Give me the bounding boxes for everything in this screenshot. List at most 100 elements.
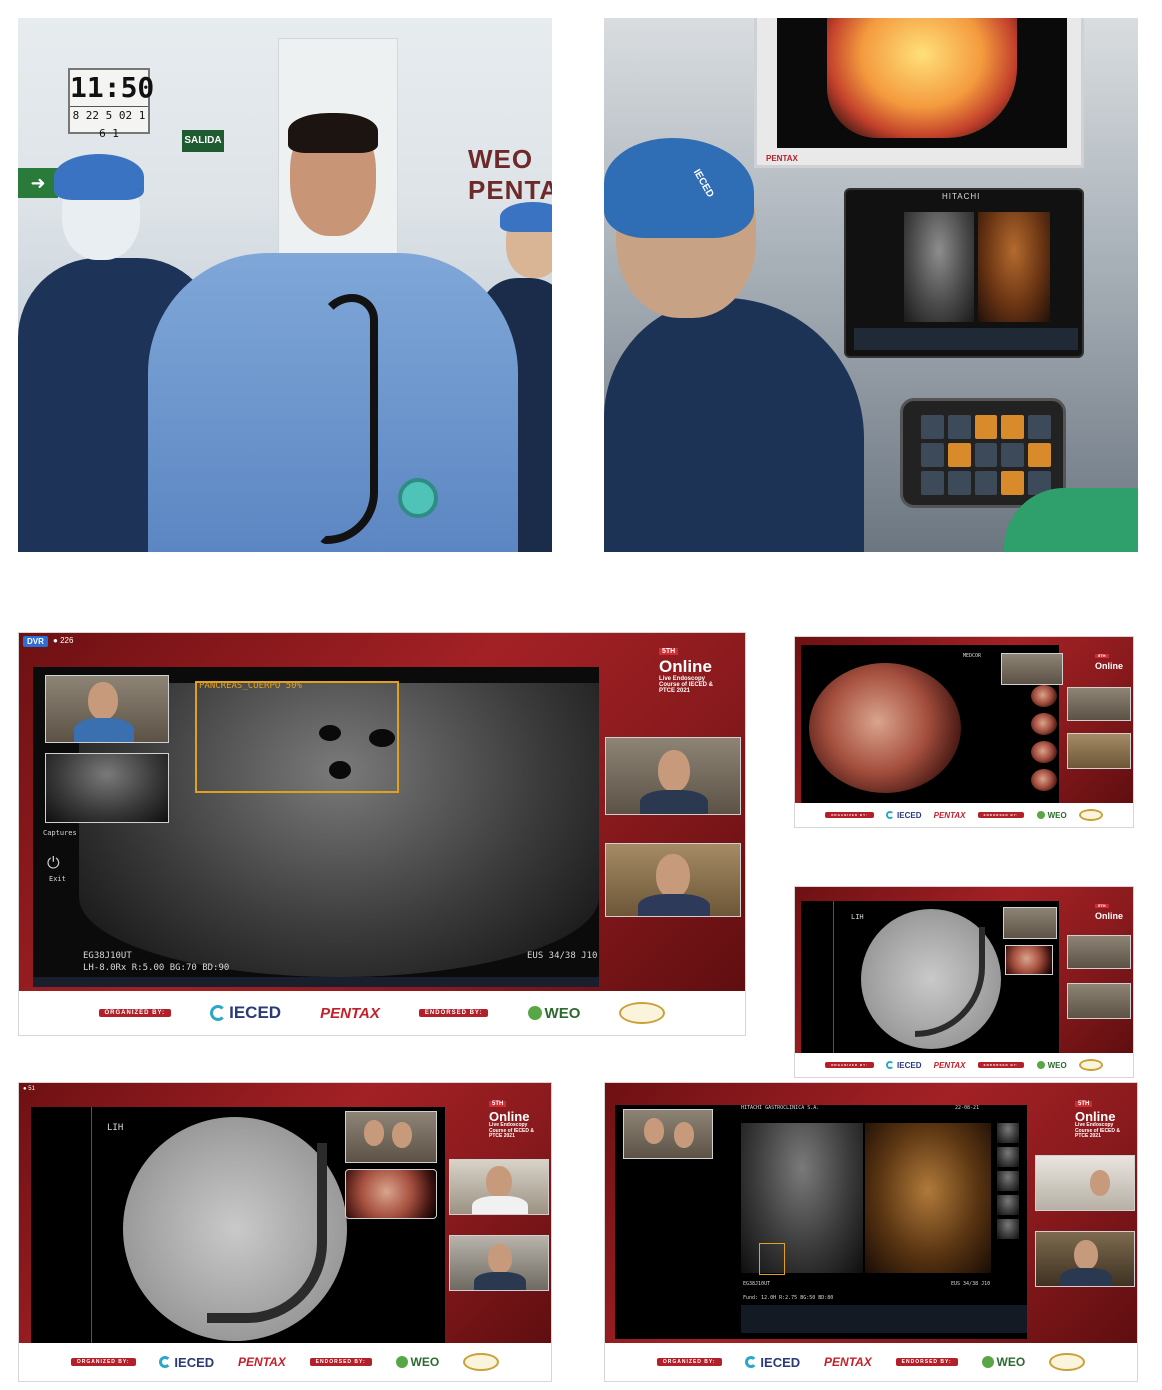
participant-video-1[interactable]	[1067, 935, 1131, 969]
edition-badge: 5TH	[1095, 653, 1109, 659]
organized-by-tag: ORGANIZED BY:	[656, 1358, 722, 1366]
pentax-logo: PENTAX	[933, 1060, 966, 1070]
cyst	[369, 729, 395, 747]
captures-label[interactable]: Captures	[43, 829, 77, 837]
taskbar	[33, 977, 599, 987]
endoscopy-image	[827, 18, 1017, 138]
course-brand: 5TH Online Live Endoscopy Course of IECE…	[489, 1093, 534, 1139]
surgical-cap	[500, 202, 552, 232]
lih-label: LIH	[107, 1123, 124, 1133]
organized-by-tag: ORGANIZED BY:	[825, 812, 874, 818]
endoscopy-thumb[interactable]	[1005, 945, 1053, 975]
endorsement-seal	[1049, 1353, 1086, 1371]
ultrasound-photo: PENTAX HITACHI IECED	[604, 18, 1138, 552]
course-title: Online	[1075, 1108, 1116, 1124]
edition-badge: 5TH	[659, 648, 679, 656]
weo-logo: WEO	[1036, 1061, 1067, 1070]
operating-room-photo: 11:50 8 22 5 02 1 6 1 SALIDA ➜ WEO PENTA	[18, 18, 552, 552]
endorsement-seal	[1078, 809, 1103, 821]
surgeon-video-thumb[interactable]	[345, 1111, 437, 1163]
exit-label[interactable]: Exit	[49, 875, 66, 883]
ieced-logo: IECED	[210, 1003, 281, 1023]
viewer-count-value: 51	[28, 1086, 35, 1092]
ultrasound-toolbar[interactable]	[741, 1305, 1027, 1333]
cyst	[319, 725, 341, 741]
viewer-count-value: 226	[60, 636, 74, 645]
ultrasound-image-color	[978, 212, 1050, 322]
surgeon-video-thumb[interactable]	[1001, 653, 1063, 685]
weo-logo: WEO	[527, 1005, 580, 1022]
endoscopy-thumb[interactable]	[1031, 713, 1057, 735]
freq-info: Fund: 12.0H R:2.75 BG:50 BD:80	[743, 1295, 834, 1301]
ultrasound-thumb[interactable]	[45, 753, 169, 823]
lih-label: LIH	[851, 913, 864, 921]
control-buttons	[921, 415, 1051, 495]
screenshot-eus-split: HITACHI GASTROCLINICA S.A. 22-08-21 EG38…	[604, 1082, 1138, 1382]
power-icon[interactable]: ⏻	[47, 855, 60, 873]
organized-by-tag: ORGANIZED BY:	[98, 1009, 172, 1017]
surgeon-video-thumb[interactable]	[623, 1109, 713, 1159]
endoscopy-thumb[interactable]	[345, 1169, 437, 1219]
eus-info: EUS 34/38 J10	[951, 1281, 991, 1287]
endoscopy-image	[809, 663, 961, 793]
screenshot-endoscopy: MEDCOR 5TH Online ORGANIZED BY: IECED PE…	[794, 636, 1134, 828]
surgical-cap	[604, 138, 754, 238]
eus-header: HITACHI GASTROCLINICA S.A.	[741, 1105, 820, 1111]
sponsor-footer: ORGANIZED BY: IECED PENTAX ENDORSED BY: …	[605, 1343, 1137, 1381]
participant-video-2[interactable]	[1035, 1231, 1135, 1287]
endoscopy-thumb[interactable]	[1031, 769, 1057, 791]
wall-clock: 11:50 8 22 5 02 1 6 1	[68, 68, 155, 140]
endoscope	[318, 294, 378, 544]
ultrasound-display: HITACHI	[844, 188, 1084, 358]
viewer-count: ● 51	[23, 1086, 35, 1092]
endorsed-by-tag: ENDORSED BY:	[895, 1358, 958, 1366]
surgeon-video-thumb[interactable]	[45, 675, 169, 743]
endoscopy-thumb[interactable]	[1031, 741, 1057, 763]
surgeon-video-thumb[interactable]	[1003, 907, 1057, 939]
endorsement-seal	[1078, 1059, 1103, 1071]
participant-video-2[interactable]	[605, 843, 741, 917]
surgical-cap	[54, 154, 144, 200]
participant-video-1[interactable]	[1067, 687, 1131, 721]
probe-info: EG38J10UT	[743, 1281, 771, 1287]
sponsor-footer: ORGANIZED BY: IECED PENTAX ENDORSED BY: …	[795, 1053, 1133, 1077]
ultrasound-toolbar	[854, 328, 1078, 350]
exit-sign: SALIDA	[182, 130, 224, 152]
ieced-logo: IECED	[745, 1355, 800, 1370]
course-title: Online	[1095, 910, 1124, 921]
endorsed-by-tag: ENDORSED BY:	[418, 1009, 489, 1017]
course-title: Online	[659, 656, 712, 676]
ieced-logo: IECED	[886, 811, 921, 820]
weo-logo: WEO	[1036, 811, 1067, 820]
participant-video-2[interactable]	[1067, 983, 1131, 1019]
participant-video-1[interactable]	[605, 737, 741, 815]
eus-date: 22-08-21	[955, 1105, 980, 1111]
sponsor-footer: ORGANIZED BY: IECED PENTAX ENDORSED BY: …	[19, 1343, 551, 1381]
endorsed-by-tag: ENDORSED BY:	[977, 812, 1025, 818]
participant-video-1[interactable]	[1035, 1155, 1135, 1211]
endorsed-by-tag: ENDORSED BY:	[309, 1358, 372, 1366]
clock-time: 11:50	[70, 71, 155, 104]
pentax-logo: PENTAX	[238, 1355, 286, 1369]
edition-badge: 5TH	[1095, 903, 1109, 909]
participant-video-1[interactable]	[449, 1159, 549, 1215]
participant-video-2[interactable]	[1067, 733, 1131, 769]
viewer-count: ● 226	[53, 636, 74, 645]
pentax-logo: PENTAX	[824, 1355, 872, 1369]
console-brand: HITACHI	[942, 192, 981, 201]
technician	[604, 298, 864, 552]
sponsor-footer: ORGANIZED BY: IECED PENTAX ENDORSED BY: …	[19, 991, 745, 1035]
endorsement-seal	[619, 1002, 666, 1024]
cyst	[329, 761, 351, 779]
endorsement-seal	[463, 1353, 500, 1371]
oxygen-mask	[398, 478, 438, 518]
monitor-brand: PENTAX	[766, 154, 798, 163]
organized-by-tag: ORGANIZED BY:	[825, 1062, 874, 1068]
course-brand: 5TH Online Live Endoscopy Course of IECE…	[1075, 1093, 1120, 1139]
ultrasound-image-bw	[904, 212, 974, 322]
participant-video-2[interactable]	[449, 1235, 549, 1291]
eus-info: EUS 34/38 J10	[527, 951, 598, 961]
course-brand: 5TH Online	[1095, 645, 1123, 671]
endoscopy-thumb[interactable]	[1031, 685, 1057, 707]
pentax-logo: PENTAX	[933, 810, 966, 820]
